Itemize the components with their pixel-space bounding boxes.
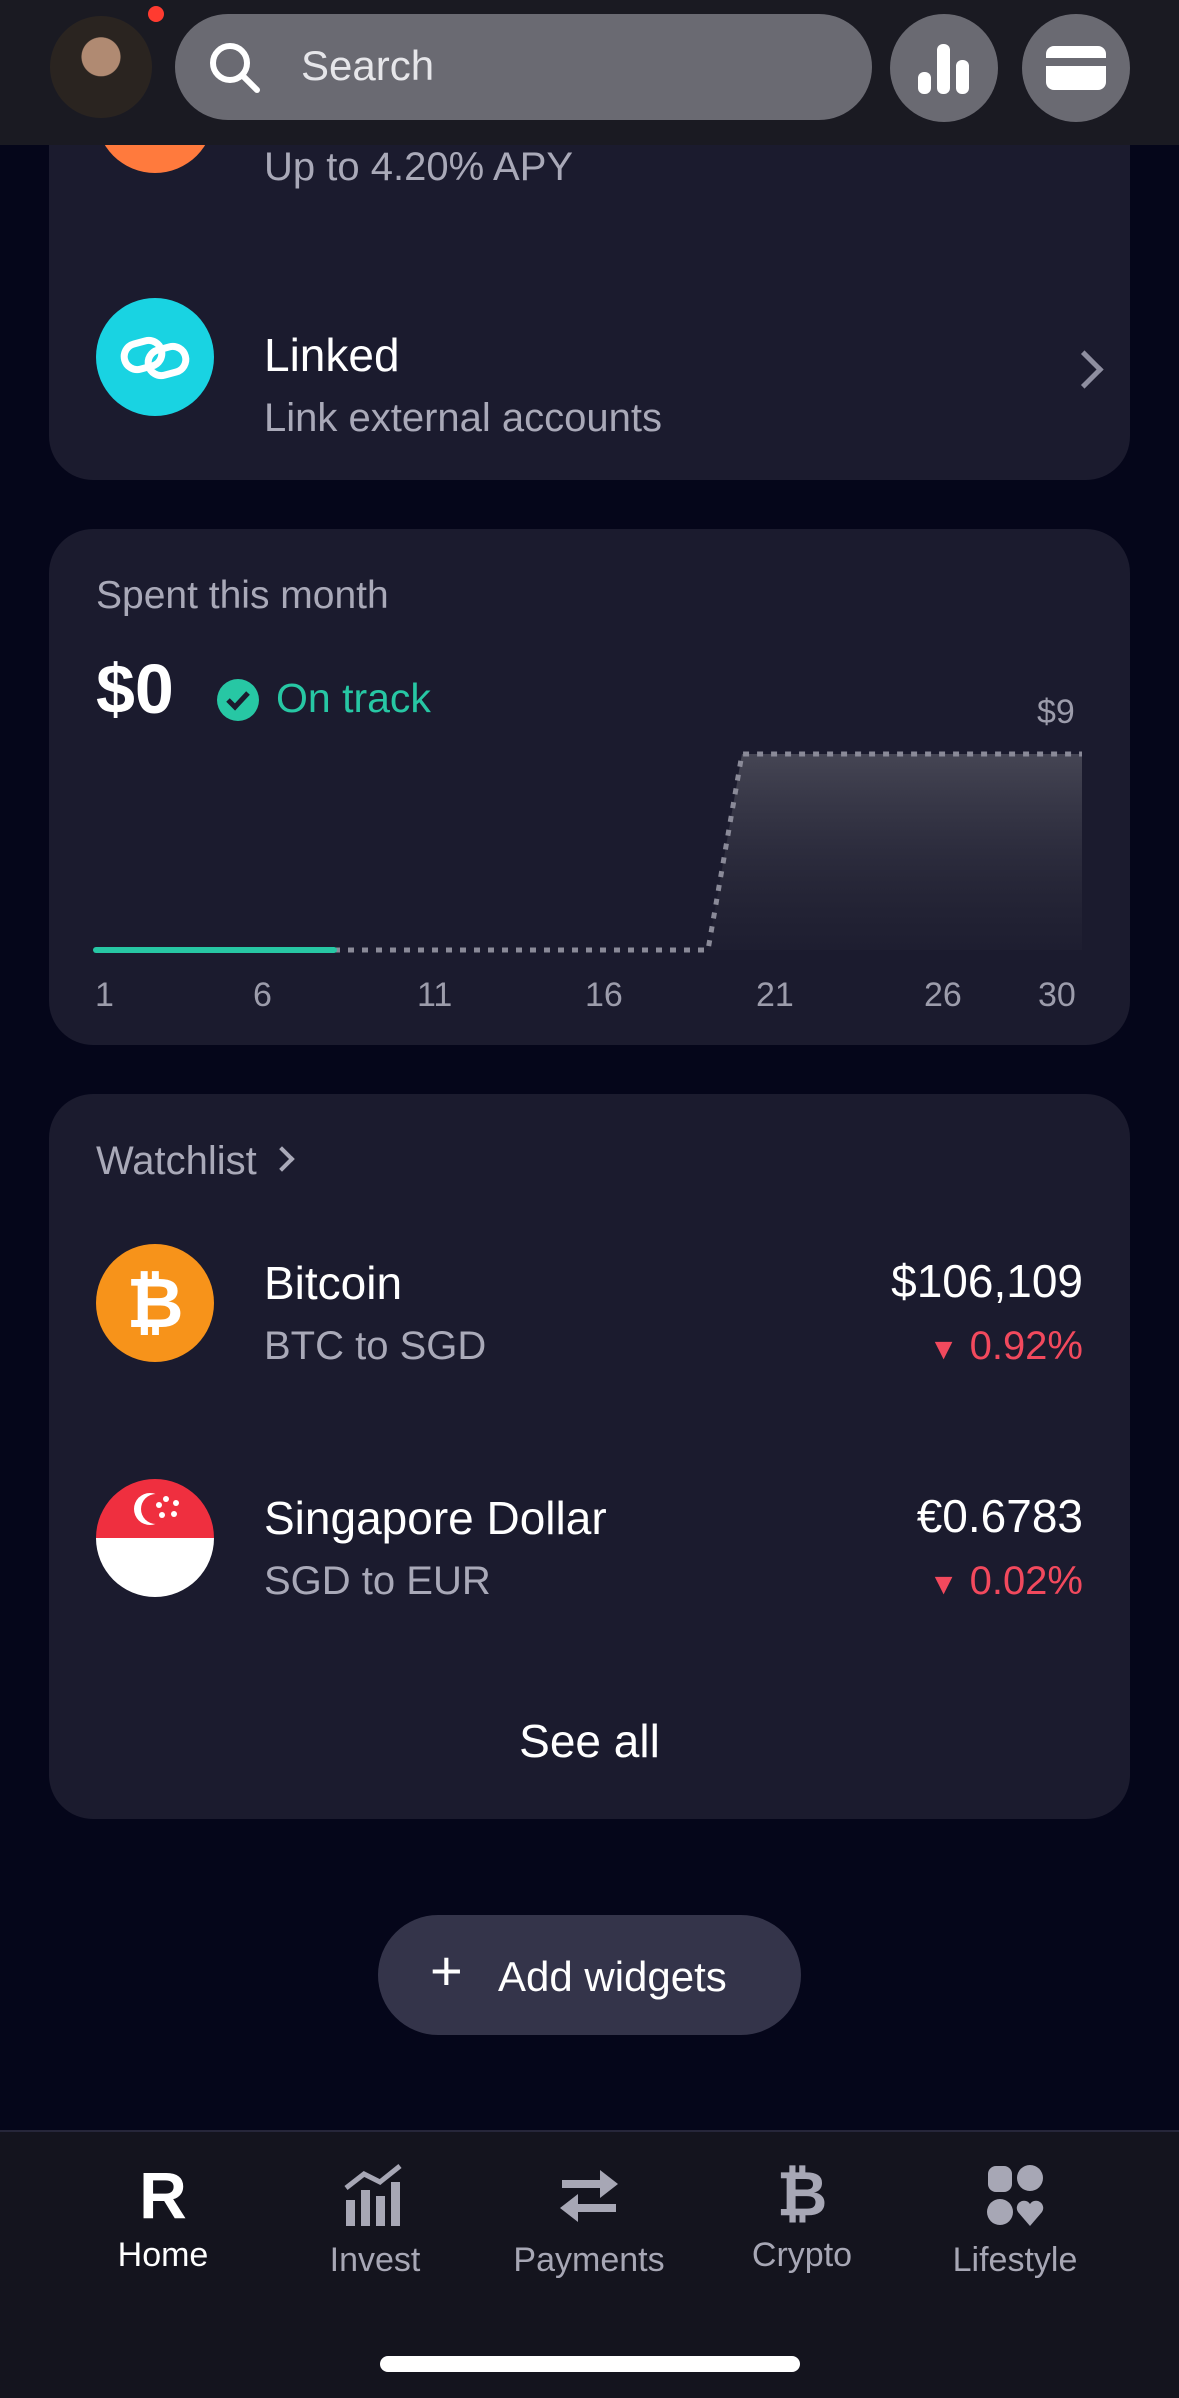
item-pair: BTC to SGD	[264, 1324, 487, 1368]
nav-home[interactable]: R Home	[63, 2160, 263, 2275]
down-triangle-icon: ▼	[928, 1333, 959, 1366]
nav-label: Payments	[513, 2241, 665, 2279]
item-name: Bitcoin	[264, 1257, 403, 1309]
x-tick-16: 16	[585, 976, 623, 1014]
nav-label: Invest	[329, 2241, 421, 2279]
item-pair: SGD to EUR	[264, 1559, 491, 1603]
watchlist-header[interactable]: Watchlist	[96, 1139, 295, 1184]
bitcoin-icon: ₿	[776, 2160, 828, 2229]
nav-label: Crypto	[751, 2236, 853, 2274]
add-widgets-label: Add widgets	[498, 1953, 727, 2000]
x-tick-26: 26	[924, 976, 962, 1014]
watchlist-card: Watchlist ₿ Bitcoin BTC to SGD $106,109 …	[49, 1094, 1130, 1819]
nav-lifestyle[interactable]: Lifestyle	[915, 2160, 1115, 2280]
bitcoin-logo-icon: ₿	[96, 1244, 214, 1362]
item-price: $106,109	[891, 1255, 1083, 1307]
watchlist-item-sgd[interactable]: Singapore Dollar SGD to EUR €0.6783 ▼ 0.…	[49, 1479, 1130, 1639]
item-change: ▼ 0.92%	[929, 1324, 1083, 1369]
spending-chart	[93, 751, 1082, 953]
x-tick-1: 1	[95, 976, 114, 1014]
lifestyle-icon	[987, 2165, 1044, 2226]
change-value: 0.02%	[969, 1559, 1083, 1603]
x-tick-6: 6	[253, 976, 272, 1014]
nav-crypto[interactable]: ₿ Crypto	[702, 2160, 902, 2275]
nav-label: Home	[117, 2236, 209, 2274]
item-change: ▼ 0.02%	[929, 1559, 1083, 1604]
change-value: 0.92%	[969, 1324, 1083, 1368]
add-widgets-button[interactable]: + Add widgets	[378, 1915, 801, 2035]
x-tick-30: 30	[1038, 976, 1076, 1014]
x-tick-21: 21	[756, 976, 794, 1014]
projected-area	[334, 754, 1082, 950]
x-tick-11: 11	[417, 976, 453, 1014]
see-all-button[interactable]: See all	[49, 1714, 1130, 1768]
watchlist-title: Watchlist	[96, 1139, 257, 1183]
nav-payments[interactable]: Payments	[489, 2160, 689, 2280]
item-price: €0.6783	[916, 1490, 1083, 1542]
revolut-r-icon: R	[139, 2158, 187, 2232]
plus-icon: +	[430, 1939, 463, 2002]
transfer-arrows-icon	[560, 2170, 618, 2222]
chevron-right-icon	[269, 1146, 295, 1172]
home-indicator	[380, 2356, 800, 2372]
down-triangle-icon: ▼	[928, 1568, 959, 1601]
watchlist-item-bitcoin[interactable]: ₿ Bitcoin BTC to SGD $106,109 ▼ 0.92%	[49, 1244, 1130, 1404]
item-name: Singapore Dollar	[264, 1492, 607, 1544]
nav-invest[interactable]: Invest	[275, 2160, 475, 2280]
nav-label: Lifestyle	[952, 2241, 1078, 2279]
singapore-flag-icon	[96, 1479, 214, 1597]
invest-chart-icon	[344, 2164, 402, 2226]
